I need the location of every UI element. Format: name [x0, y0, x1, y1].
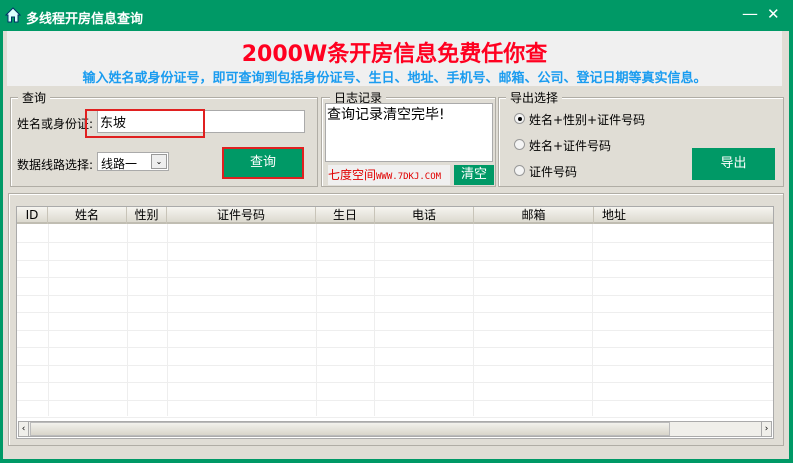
export-group-label: 导出选择 — [506, 89, 563, 106]
grid-line — [17, 259, 773, 261]
line-select[interactable]: 线路一 ⌄ — [97, 152, 169, 171]
scroll-left-arrow[interactable]: ‹ — [19, 422, 29, 436]
column-header-gender[interactable]: 性别 — [127, 207, 167, 224]
line-select-value: 线路一 — [101, 157, 138, 171]
grid-line — [17, 329, 773, 331]
grid-line — [473, 224, 474, 416]
grid-line — [17, 364, 773, 366]
column-header-email[interactable]: 邮箱 — [474, 207, 594, 224]
grid-line — [374, 224, 375, 416]
column-header-name[interactable]: 姓名 — [48, 207, 127, 224]
grid-line — [48, 224, 49, 416]
grid-line — [17, 417, 773, 418]
export-option-2[interactable]: 姓名+证件号码 — [514, 137, 611, 154]
export-option-label: 姓名+证件号码 — [529, 139, 612, 153]
column-header-id[interactable]: ID — [17, 207, 48, 224]
grid-line — [17, 382, 773, 383]
column-header-id-number[interactable]: 证件号码 — [167, 207, 316, 224]
scrollbar-thumb[interactable] — [30, 422, 670, 436]
table-header: ID 姓名 性别 证件号码 生日 电话 邮箱 地址 — [17, 207, 773, 224]
grid-line — [17, 294, 773, 296]
grid-line — [17, 347, 773, 348]
name-label: 姓名或身份证: — [17, 117, 94, 131]
export-option-label: 证件号码 — [529, 165, 578, 179]
export-option-3[interactable]: 证件号码 — [514, 163, 577, 180]
export-option-label: 姓名+性别+证件号码 — [529, 113, 646, 127]
title-bar: 多线程开房信息查询 — ✕ — [0, 0, 793, 31]
column-header-phone[interactable]: 电话 — [375, 207, 474, 224]
banner-headline: 2000W条开房信息免费任你查 — [241, 42, 548, 67]
grid-line — [17, 312, 773, 313]
grid-line — [17, 242, 773, 243]
radio-unchecked-icon — [514, 165, 525, 176]
search-button[interactable]: 查询 — [222, 147, 304, 179]
export-option-1[interactable]: 姓名+性别+证件号码 — [514, 111, 645, 128]
query-group-label: 查询 — [18, 89, 51, 106]
grid-line — [167, 224, 168, 416]
export-button[interactable]: 导出 — [692, 148, 775, 180]
column-header-birthday[interactable]: 生日 — [316, 207, 375, 224]
window-title: 多线程开房信息查询 — [26, 12, 144, 27]
results-table[interactable]: ID 姓名 性别 证件号码 生日 电话 邮箱 地址 ‹ › — [16, 206, 774, 439]
scroll-right-arrow[interactable]: › — [761, 422, 771, 436]
home-icon — [5, 7, 21, 23]
minimize-button[interactable]: — — [742, 4, 758, 23]
grid-line — [127, 224, 128, 416]
grid-line — [316, 224, 317, 416]
site-link[interactable]: 七度空间WWW.7DKJ.COM — [328, 165, 450, 185]
horizontal-scrollbar[interactable]: ‹ › — [18, 421, 772, 437]
clear-button[interactable]: 清空 — [454, 165, 494, 185]
banner: 2000W条开房信息免费任你查 输入姓名或身份证号，即可查询到包括身份证号、生日… — [7, 31, 782, 86]
close-button[interactable]: ✕ — [767, 5, 780, 23]
highlight-box — [85, 109, 205, 138]
radio-checked-icon — [514, 113, 525, 124]
radio-unchecked-icon — [514, 139, 525, 150]
line-label: 数据线路选择: — [17, 158, 94, 172]
banner-subtitle: 输入姓名或身份证号，即可查询到包括身份证号、生日、地址、手机号、邮箱、公司、登记… — [82, 71, 707, 86]
column-header-address[interactable]: 地址 — [594, 207, 634, 224]
site-url: WWW.7DKJ.COM — [376, 172, 442, 182]
site-name: 七度空间 — [328, 168, 377, 182]
chevron-down-icon[interactable]: ⌄ — [151, 154, 167, 169]
log-textarea[interactable]: 查询记录清空完毕! — [325, 103, 493, 162]
grid-line — [17, 277, 773, 278]
grid-line — [592, 224, 593, 416]
grid-line — [17, 399, 773, 401]
